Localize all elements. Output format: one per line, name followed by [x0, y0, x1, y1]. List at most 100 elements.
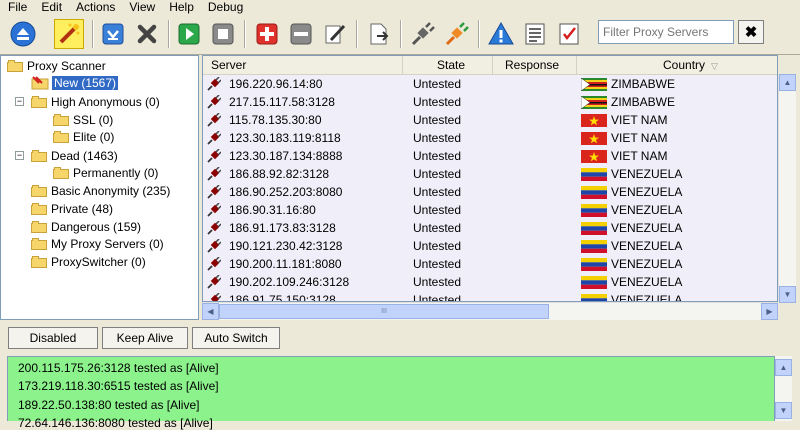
tree-node-ssl[interactable]: SSL (0) — [53, 111, 113, 128]
minimize-button[interactable] — [98, 19, 128, 49]
server-cell: 186.88.92.82:3128 — [229, 167, 330, 181]
plug-icon — [207, 77, 221, 91]
folder-icon — [53, 166, 69, 179]
new-folder-icon — [31, 75, 49, 89]
stop-button[interactable] — [208, 19, 238, 49]
add-button[interactable] — [252, 19, 282, 49]
table-row[interactable]: 190.200.11.181:8080 Untested VENEZUELA — [203, 255, 777, 273]
expander-high-anonymous[interactable]: − — [15, 97, 24, 106]
scroll-up-icon[interactable]: ▲ — [775, 359, 792, 376]
expander-dead[interactable]: − — [15, 151, 24, 160]
table-row[interactable]: 123.30.187.134:8888 Untested VIET NAM — [203, 147, 777, 165]
menu-actions[interactable]: Actions — [68, 1, 121, 13]
response-cell — [495, 201, 575, 219]
connect-button[interactable] — [442, 19, 472, 49]
state-cell: Untested — [413, 203, 462, 217]
table-row[interactable]: 196.220.96.14:80 Untested ZIMBABWE — [203, 75, 777, 93]
remove-button[interactable] — [286, 19, 316, 49]
wand-button[interactable] — [54, 19, 84, 49]
list-vertical-scrollbar[interactable]: ▲ ▼ — [778, 74, 796, 303]
minimize-icon — [102, 23, 124, 45]
disabled-button[interactable]: Disabled — [8, 327, 98, 349]
table-row[interactable]: 186.88.92.82:3128 Untested VENEZUELA — [203, 165, 777, 183]
tree-node-high-anonymous[interactable]: High Anonymous (0) — [31, 93, 160, 110]
state-cell: Untested — [413, 167, 462, 181]
scroll-right-icon[interactable]: ▶ — [761, 303, 778, 320]
table-row[interactable]: 190.202.109.246:3128 Untested VENEZUELA — [203, 273, 777, 291]
list-icon — [525, 23, 545, 45]
tree-node-private[interactable]: Private (48) — [31, 200, 113, 217]
table-row[interactable]: 190.121.230.42:3128 Untested VENEZUELA — [203, 237, 777, 255]
edit-button[interactable] — [320, 19, 350, 49]
plug-icon — [207, 149, 221, 163]
table-row[interactable]: 217.15.117.58:3128 Untested ZIMBABWE — [203, 93, 777, 111]
menu-view[interactable]: View — [121, 1, 161, 13]
country-cell: VENEZUELA — [611, 167, 683, 181]
connect-plug-icon — [445, 22, 469, 46]
delete-button[interactable] — [132, 19, 162, 49]
eject-button[interactable] — [8, 19, 38, 49]
column-header-country[interactable]: Country ▽ — [577, 56, 777, 74]
tree-node-dead[interactable]: Dead (1463) — [31, 147, 118, 164]
log-scrollbar[interactable]: ▲ ▼ — [775, 356, 792, 421]
menu-debug[interactable]: Debug — [200, 1, 249, 13]
tree-node-proxyswitcher[interactable]: ProxySwitcher (0) — [31, 253, 146, 270]
tree-node-dangerous[interactable]: Dangerous (159) — [31, 218, 141, 235]
export-button[interactable] — [364, 19, 394, 49]
plug-icon — [207, 113, 221, 127]
table-row[interactable]: 186.91.75.150:3128 Untested VENEZUELA — [203, 291, 777, 302]
table-row[interactable]: 186.91.173.83:3128 Untested VENEZUELA — [203, 219, 777, 237]
keep-alive-button[interactable]: Keep Alive — [102, 327, 188, 349]
tree-node-permanently[interactable]: Permanently (0) — [53, 164, 158, 181]
scroll-down-icon[interactable]: ▼ — [775, 402, 792, 419]
tree-node-my-proxy-servers[interactable]: My Proxy Servers (0) — [31, 235, 164, 252]
column-header-server[interactable]: Server — [203, 56, 403, 74]
server-cell: 186.91.75.150:3128 — [229, 293, 336, 302]
tree-node-proxy-scanner[interactable]: Proxy Scanner — [7, 57, 106, 74]
scroll-down-icon[interactable]: ▼ — [779, 286, 796, 303]
filter-input[interactable] — [598, 20, 734, 44]
table-row[interactable]: 123.30.183.119:8118 Untested VIET NAM — [203, 129, 777, 147]
flag-icon — [581, 240, 607, 253]
state-cell: Untested — [413, 185, 462, 199]
state-cell: Untested — [413, 113, 462, 127]
clear-filter-button[interactable]: ✖ — [738, 20, 764, 44]
table-row[interactable]: 115.78.135.30:80 Untested VIET NAM — [203, 111, 777, 129]
proxy-list[interactable]: Server State Response Country ▽ 196.220.9… — [202, 55, 778, 302]
horizontal-scroll-thumb[interactable]: III — [219, 304, 549, 319]
scroll-left-icon[interactable]: ◀ — [202, 303, 219, 320]
menu-file[interactable]: File — [0, 1, 33, 13]
checklist-button[interactable] — [554, 19, 584, 49]
state-cell: Untested — [413, 293, 462, 302]
warning-button[interactable] — [486, 19, 516, 49]
country-cell: VENEZUELA — [611, 239, 683, 253]
menu-edit[interactable]: Edit — [33, 1, 68, 13]
list-button[interactable] — [520, 19, 550, 49]
flag-icon — [581, 78, 607, 91]
tree-node-basic-anonymity[interactable]: Basic Anonymity (235) — [31, 182, 170, 199]
folder-icon — [7, 59, 23, 72]
state-cell: Untested — [413, 131, 462, 145]
country-cell: VENEZUELA — [611, 275, 683, 289]
auto-switch-button[interactable]: Auto Switch — [192, 327, 280, 349]
tree-node-elite[interactable]: Elite (0) — [53, 128, 114, 145]
column-header-response[interactable]: Response — [493, 56, 577, 74]
response-cell — [495, 273, 575, 291]
list-horizontal-scrollbar[interactable]: ◀ III ▶ — [202, 302, 778, 320]
clear-icon: ✖ — [744, 24, 758, 41]
tree-node-new[interactable]: New (1567) — [31, 74, 119, 91]
state-cell: Untested — [413, 275, 462, 289]
disconnect-button[interactable] — [408, 19, 438, 49]
start-button[interactable] — [174, 19, 204, 49]
flag-icon — [581, 96, 607, 109]
country-cell: VENEZUELA — [611, 293, 683, 302]
category-tree[interactable]: Proxy Scanner New (1567) − High Anonymou… — [0, 55, 199, 320]
column-header-state[interactable]: State — [403, 56, 493, 74]
table-row[interactable]: 186.90.31.16:80 Untested VENEZUELA — [203, 201, 777, 219]
state-cell: Untested — [413, 257, 462, 271]
menu-help[interactable]: Help — [161, 1, 200, 13]
scroll-up-icon[interactable]: ▲ — [779, 74, 796, 91]
table-row[interactable]: 186.90.252.203:8080 Untested VENEZUELA — [203, 183, 777, 201]
folder-icon — [31, 95, 47, 108]
log-panel[interactable]: 200.115.175.26:3128 tested as [Alive] 17… — [7, 356, 775, 430]
